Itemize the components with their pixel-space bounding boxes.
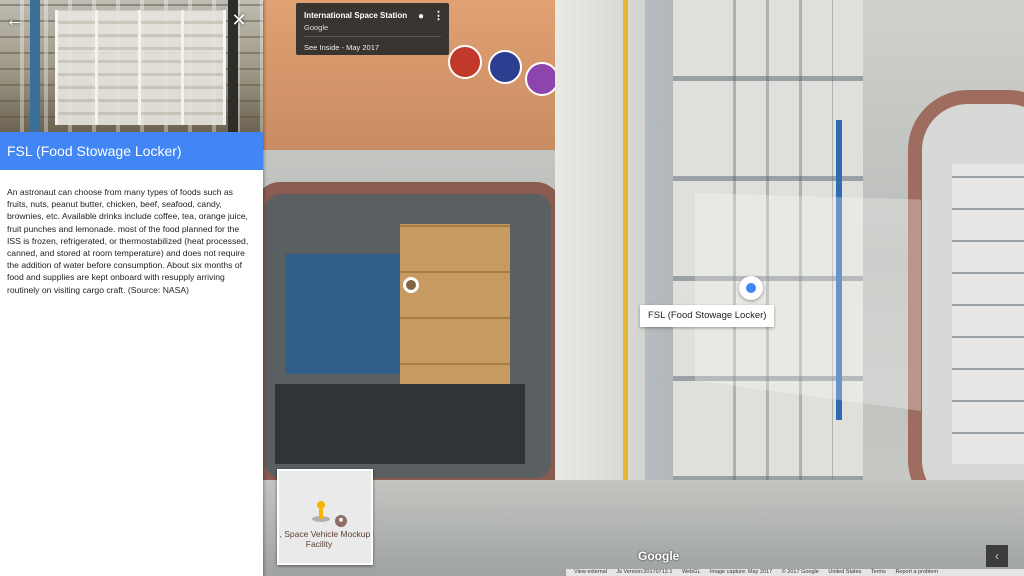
- terms-link[interactable]: Terms: [871, 569, 886, 575]
- attribution-bar: View external Js Version:20170712.1 WebG…: [566, 569, 1024, 576]
- js-version-text: Js Version:20170712.1: [616, 569, 673, 575]
- pegman-icon: [317, 501, 325, 509]
- mission-patch-icon: [488, 50, 522, 84]
- image-capture-text: Image capture: May 2017: [709, 569, 773, 575]
- see-inside-date[interactable]: See Inside - May 2017: [304, 43, 379, 52]
- google-logo: Google: [638, 549, 680, 563]
- panel-description: An astronaut can choose from many types …: [7, 187, 249, 295]
- hatch-floor: [275, 384, 525, 464]
- view-external-link[interactable]: View external: [574, 569, 607, 575]
- close-icon[interactable]: ✕: [227, 8, 251, 32]
- museum-icon: ■: [335, 515, 347, 527]
- hero-image: ← ✕: [0, 0, 263, 132]
- country-link[interactable]: United States: [828, 569, 861, 575]
- pegman-body: [319, 509, 323, 519]
- mission-patch-icon: [525, 62, 559, 96]
- chevron-left-icon[interactable]: ‹: [986, 545, 1008, 567]
- hatch-cargo-bags: [400, 224, 510, 409]
- location-title[interactable]: International Space Station: [304, 11, 407, 20]
- mini-map[interactable]: ■ g 9, Space Vehicle Mockup Facility: [277, 469, 373, 565]
- map-pin-icon[interactable]: ●: [418, 11, 424, 22]
- mission-patch-icon: [448, 45, 482, 79]
- mini-map-label: g 9, Space Vehicle Mockup Facility: [277, 529, 371, 549]
- info-side-panel: ← ✕ FSL (Food Stowage Locker) An astrona…: [0, 0, 263, 576]
- report-problem-link[interactable]: Report a problem: [895, 569, 938, 575]
- hero-strap: [30, 0, 40, 132]
- hero-net: [55, 10, 220, 125]
- navigation-ring-icon[interactable]: [403, 277, 419, 293]
- street-view-panorama[interactable]: [263, 0, 1024, 576]
- poi-label[interactable]: FSL (Food Stowage Locker): [640, 305, 775, 327]
- arrow-back-icon[interactable]: ←: [3, 8, 27, 32]
- location-info-card: International Space Station Google ● ⋮ S…: [296, 3, 449, 55]
- hatch-equipment: [285, 254, 405, 374]
- divider: [304, 36, 441, 37]
- left-hatch: [263, 182, 563, 490]
- right-hatch-interior: [952, 164, 1024, 464]
- more-vert-icon[interactable]: ⋮: [433, 9, 444, 22]
- location-subtitle: Google: [304, 23, 329, 32]
- right-hatch: [908, 90, 1024, 520]
- copyright-text: © 2017 Google: [781, 569, 819, 575]
- poi-pin-icon[interactable]: [739, 276, 763, 300]
- panel-title: FSL (Food Stowage Locker): [0, 132, 263, 170]
- webgl-text: WebGL: [681, 569, 701, 575]
- poi-highlight-region[interactable]: [695, 193, 921, 411]
